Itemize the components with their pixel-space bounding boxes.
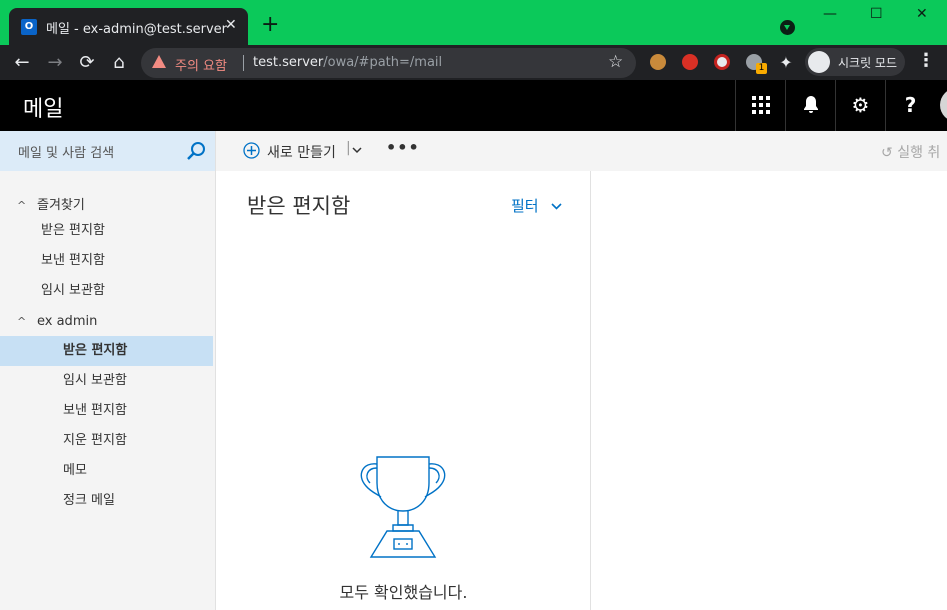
tab-title: 메일 - ex-admin@test.server — [46, 22, 228, 37]
folder-item[interactable]: 임시 보관함 — [0, 276, 215, 306]
command-bar: 새로 만들기 | ••• ↺ 실행 취 — [216, 131, 947, 171]
message-list: 받은 편지함 필터 모두 확인했습니다. — [216, 171, 591, 610]
block-extension-icon[interactable] — [714, 54, 730, 70]
chevron-down-icon — [551, 203, 562, 210]
incognito-label: 시크릿 모드 — [838, 56, 898, 70]
folder-pane: 메일 및 사람 검색 ^ 즐겨찾기 받은 편지함 보낸 편지함 임시 보관함 ^… — [0, 131, 216, 610]
folder-item[interactable]: 보낸 편지함 — [0, 396, 215, 426]
bookmark-star-icon[interactable]: ☆ — [608, 52, 623, 72]
folder-item[interactable]: 보낸 편지함 — [0, 246, 215, 276]
search-icon[interactable] — [186, 141, 206, 161]
maximize-button[interactable]: ☐ — [870, 6, 883, 22]
minimize-button[interactable]: — — [823, 6, 837, 22]
search-box[interactable]: 메일 및 사람 검색 — [0, 131, 215, 171]
close-window-button[interactable]: ✕ — [916, 6, 928, 22]
adblock-extension-icon[interactable] — [682, 54, 698, 70]
reload-icon[interactable]: ⟳ — [74, 50, 100, 76]
tab-close-icon[interactable]: ✕ — [225, 17, 237, 33]
security-warning[interactable]: 주의 요함 — [175, 55, 227, 74]
new-divider: | — [346, 140, 351, 156]
filter-button[interactable]: 필터 — [511, 195, 562, 216]
extension-badge: 1 — [756, 63, 767, 74]
browser-toolbar: ← → ⟳ ⌂ 주의 요함 test.server/owa/#path=/mai… — [0, 45, 947, 80]
omnibox-divider — [243, 55, 244, 71]
bell-icon[interactable] — [785, 80, 835, 131]
extensions-puzzle-icon[interactable]: ✦ — [773, 50, 799, 76]
folder-item[interactable]: 받은 편지함 — [0, 216, 215, 246]
outlook-favicon-icon: O — [21, 19, 37, 35]
warning-icon — [152, 55, 166, 68]
search-input[interactable]: 메일 및 사람 검색 — [18, 142, 114, 161]
collapse-caret-icon[interactable]: ^ — [17, 307, 26, 337]
folder-item[interactable]: 정크 메일 — [0, 486, 215, 516]
sync-extension-icon[interactable]: 1 — [746, 54, 767, 74]
incognito-icon — [808, 51, 830, 73]
browser-tab[interactable]: O 메일 - ex-admin@test.server ✕ — [9, 8, 248, 45]
account-label: ex admin — [37, 314, 98, 329]
forward-arrow-icon[interactable]: → — [42, 50, 68, 76]
undo-icon: ↺ — [881, 145, 898, 161]
undo-button[interactable]: ↺ 실행 취 — [881, 142, 940, 162]
gear-icon[interactable]: ⚙ — [835, 80, 885, 131]
list-title: 받은 편지함 — [247, 194, 351, 218]
empty-state-message: 모두 확인했습니다. — [339, 583, 468, 602]
home-icon[interactable]: ⌂ — [106, 50, 132, 76]
help-icon[interactable]: ? — [885, 80, 935, 131]
account-header[interactable]: ^ ex admin — [0, 307, 215, 337]
plus-circle-icon[interactable] — [243, 142, 260, 159]
avatar[interactable] — [940, 88, 947, 122]
folder-item-selected[interactable]: 받은 편지함 — [0, 336, 213, 366]
app-title: 메일 — [23, 97, 64, 122]
browser-title-bar: O 메일 - ex-admin@test.server ✕ + — ☐ ✕ — [0, 0, 947, 45]
trophy-icon — [360, 456, 446, 558]
cookie-extension-icon[interactable] — [650, 54, 666, 70]
incognito-indicator[interactable]: 시크릿 모드 — [805, 48, 905, 76]
browser-menu-icon[interactable]: ⋮ — [917, 50, 935, 71]
more-options-icon[interactable]: ••• — [386, 138, 420, 157]
reading-pane — [591, 171, 947, 610]
folder-item[interactable]: 지운 편지함 — [0, 426, 215, 456]
new-message-button[interactable]: 새로 만들기 — [267, 142, 336, 162]
profile-dropdown-icon[interactable] — [780, 20, 795, 35]
app-launcher-icon[interactable] — [735, 80, 785, 131]
url-text[interactable]: test.server/owa/#path=/mail — [253, 55, 442, 70]
folder-item[interactable]: 임시 보관함 — [0, 366, 215, 396]
back-arrow-icon[interactable]: ← — [9, 50, 35, 76]
owa-header: 메일 ⚙ ? — [0, 80, 947, 131]
address-bar[interactable]: 주의 요함 test.server/owa/#path=/mail ☆ — [141, 48, 636, 78]
folder-item[interactable]: 메모 — [0, 456, 215, 486]
new-tab-button[interactable]: + — [261, 14, 279, 36]
chevron-down-icon[interactable] — [352, 147, 362, 154]
